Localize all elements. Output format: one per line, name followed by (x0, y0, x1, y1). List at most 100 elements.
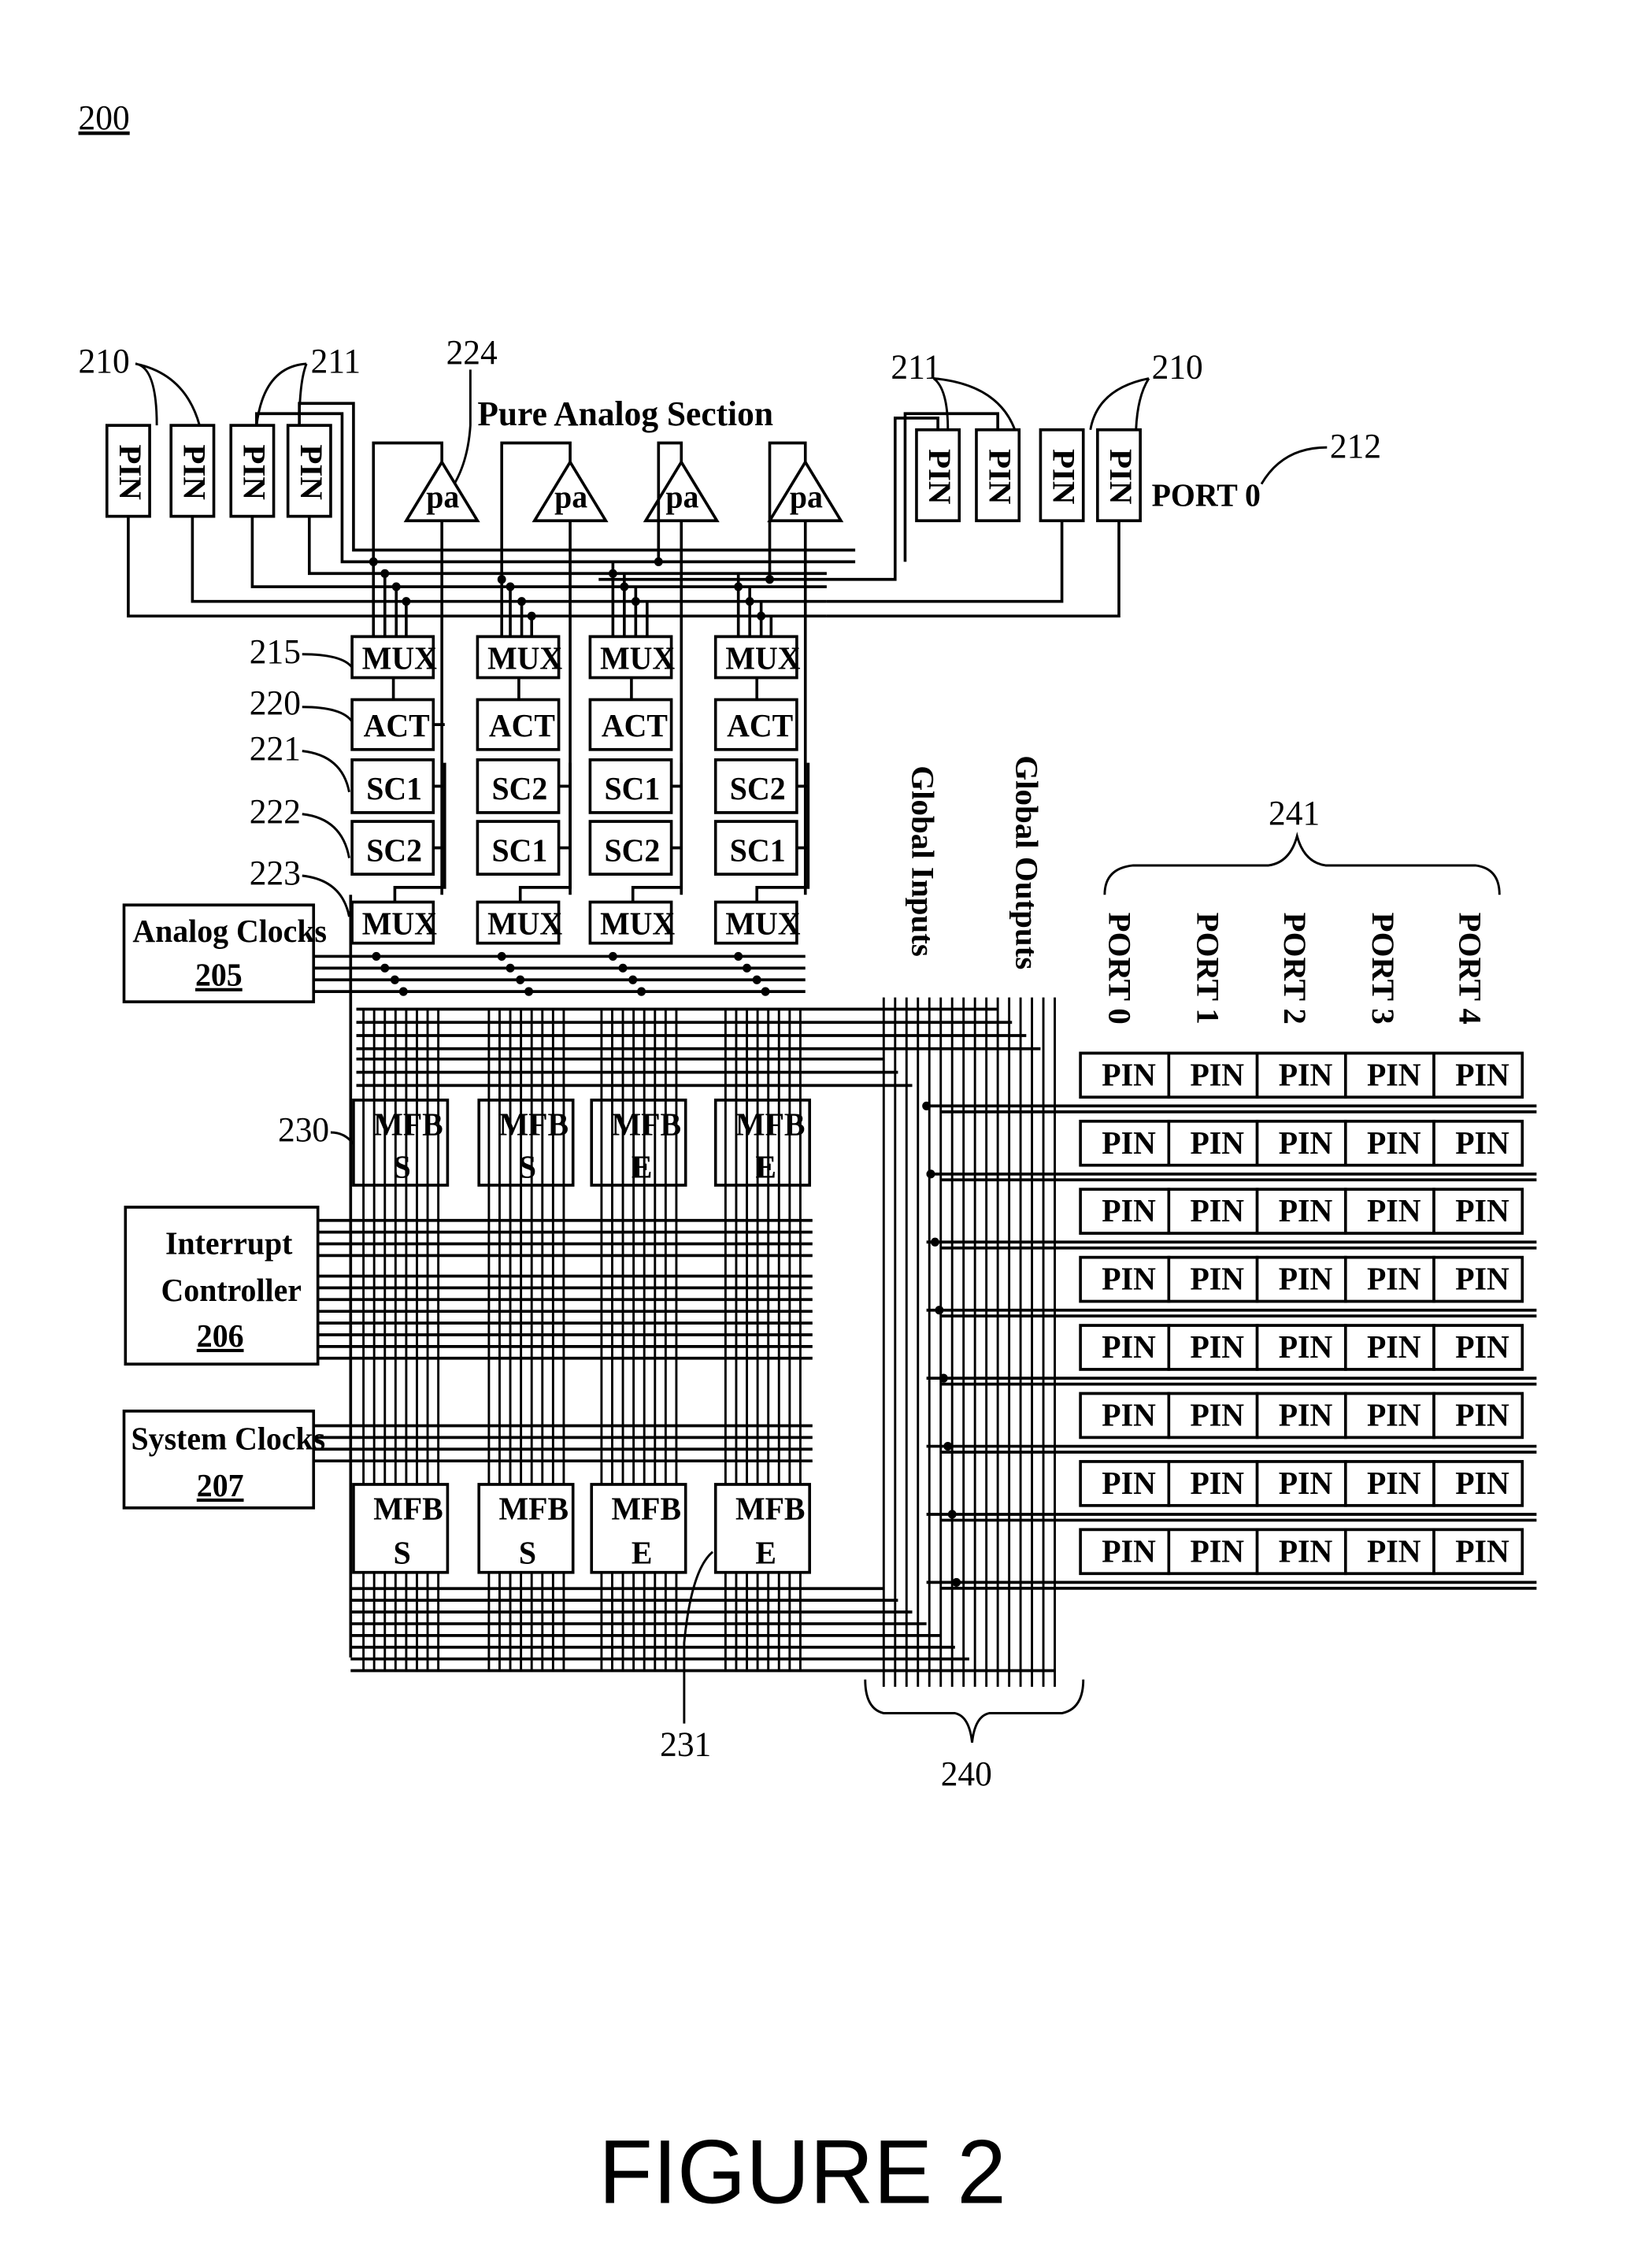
svg-text:PIN: PIN (1367, 1193, 1421, 1229)
pin-row: PIN PIN PIN PIN PIN (1079, 1119, 1524, 1167)
pin-cell: PIN (1344, 1460, 1435, 1507)
pin-cell: PIN (1167, 1188, 1259, 1235)
svg-text:E: E (632, 1535, 653, 1571)
svg-text:PIN: PIN (294, 444, 328, 500)
svg-text:S: S (394, 1535, 411, 1571)
pin-row: PIN PIN PIN PIN PIN (1079, 1391, 1524, 1440)
svg-text:PIN: PIN (1102, 1533, 1156, 1569)
svg-text:PIN: PIN (1279, 1329, 1333, 1366)
pin-left-3: PIN (229, 424, 276, 518)
svg-text:PIN: PIN (1455, 1261, 1509, 1297)
svg-text:PIN: PIN (1279, 1125, 1333, 1161)
pin-row: PIN PIN PIN PIN PIN (1079, 1255, 1524, 1303)
pin-cell: PIN (1255, 1324, 1347, 1371)
pin-cell: PIN (1255, 1188, 1347, 1235)
svg-text:MFB: MFB (499, 1491, 569, 1527)
left-pin-group: PIN PIN PIN PIN (105, 424, 332, 518)
mux-bottom-2: MUX (487, 906, 562, 942)
mfb-bottom-4: MFB E (713, 1483, 811, 1574)
pin-cell: PIN (1432, 1119, 1524, 1167)
svg-text:pa: pa (665, 479, 698, 515)
pin-cell: PIN (1079, 1528, 1171, 1576)
mux-bottom-3: MUX (600, 906, 675, 942)
mfb-bottom-2: MFB S (477, 1483, 575, 1574)
pin-cell: PIN (1344, 1391, 1435, 1440)
ref-211-left: 211 (311, 342, 361, 381)
pin-cell: PIN (1167, 1255, 1259, 1303)
system-clocks-ref: 207 (197, 1467, 244, 1503)
pin-left-2: PIN (169, 424, 216, 518)
port-header-2: PORT 2 (1277, 913, 1312, 1025)
port-0-label-top: PORT 0 (1152, 477, 1261, 513)
mux-bottom-1: MUX (362, 906, 437, 942)
pin-cell: PIN (1344, 1051, 1435, 1099)
pin-cell: PIN (1079, 1119, 1171, 1167)
svg-text:PIN: PIN (1102, 1261, 1156, 1297)
pin-left-4: PIN (286, 424, 332, 518)
svg-text:PIN: PIN (1191, 1057, 1245, 1093)
port-headers: PORT 0 PORT 1 PORT 2 PORT 3 PORT 4 (1102, 913, 1487, 1025)
pin-cell: PIN (1344, 1324, 1435, 1371)
pin-cell: PIN (1167, 1528, 1259, 1576)
svg-text:PIN: PIN (1279, 1397, 1333, 1433)
analog-clocks-ref: 205 (195, 957, 243, 993)
pin-cell: PIN (1167, 1119, 1259, 1167)
mfb-top-4: MFBE (713, 1099, 811, 1187)
svg-text:PIN: PIN (1367, 1125, 1421, 1161)
interrupt-ref: 206 (197, 1317, 244, 1354)
pin-cell: PIN (1079, 1188, 1171, 1235)
svg-text:PIN: PIN (1455, 1533, 1509, 1569)
mux-top-2: MUX (487, 640, 562, 676)
pin-cell: PIN (1344, 1188, 1435, 1235)
svg-text:PIN: PIN (1191, 1465, 1245, 1501)
pin-cell: PIN (1432, 1051, 1524, 1099)
pin-row: PIN PIN PIN PIN PIN (1079, 1460, 1524, 1507)
pin-right-1: PIN (915, 428, 961, 523)
pin-left-1: PIN (105, 424, 151, 518)
figure-caption: FIGURE 2 (598, 2121, 1006, 2223)
port-header-3: PORT 3 (1365, 913, 1400, 1025)
svg-text:PIN: PIN (1191, 1533, 1245, 1569)
analog-clocks-block: Analog Clocks 205 (122, 903, 327, 1004)
pin-cell: PIN (1255, 1255, 1347, 1303)
svg-text:PIN: PIN (1279, 1261, 1333, 1297)
svg-text:S: S (519, 1535, 536, 1571)
pin-cell: PIN (1079, 1051, 1171, 1099)
pin-cell: PIN (1344, 1255, 1435, 1303)
port-header-0: PORT 0 (1102, 913, 1136, 1025)
pin-cell: PIN (1255, 1119, 1347, 1167)
mfb-top-3: MFBE (590, 1099, 687, 1187)
mfb-top-2: MFBS (477, 1099, 575, 1187)
mux-bottom-4: MUX (725, 906, 800, 942)
svg-text:PIN: PIN (1191, 1397, 1245, 1433)
pin-cell: PIN (1167, 1460, 1259, 1507)
pin-cell: PIN (1432, 1391, 1524, 1440)
ref-210-left: 210 (79, 342, 130, 381)
svg-text:PIN: PIN (1367, 1533, 1421, 1569)
sc-b-2: SC1 (492, 832, 548, 869)
ref-215: 215 (250, 632, 301, 671)
svg-text:PIN: PIN (922, 449, 957, 505)
ref-222: 222 (250, 791, 301, 831)
port-header-4: PORT 4 (1453, 913, 1487, 1025)
pure-analog-section-title: Pure Analog Section (477, 395, 773, 434)
ref-221: 221 (250, 728, 301, 768)
pin-grid: PIN PIN PIN PIN PINPIN PIN PIN PIN PINPIN PIN PIN P… (922, 1051, 1537, 1590)
pin-right-4: PIN (1096, 428, 1142, 523)
ref-220: 220 (250, 684, 301, 723)
sc-a-3: SC1 (605, 771, 661, 807)
ref-231: 231 (660, 1725, 711, 1764)
ref-210-right: 210 (1152, 347, 1203, 387)
pin-cell: PIN (1432, 1188, 1524, 1235)
svg-text:PIN: PIN (1367, 1261, 1421, 1297)
pin-cell: PIN (1432, 1460, 1524, 1507)
svg-text:PIN: PIN (1367, 1057, 1421, 1093)
svg-text:PIN: PIN (1279, 1465, 1333, 1501)
pin-cell: PIN (1167, 1324, 1259, 1371)
right-pin-group: PIN PIN PIN PIN (915, 428, 1142, 523)
svg-text:PIN: PIN (1455, 1329, 1509, 1366)
svg-text:PIN: PIN (1367, 1329, 1421, 1366)
pin-cell: PIN (1432, 1255, 1524, 1303)
svg-text:PIN: PIN (1279, 1057, 1333, 1093)
svg-text:PIN: PIN (113, 444, 147, 500)
